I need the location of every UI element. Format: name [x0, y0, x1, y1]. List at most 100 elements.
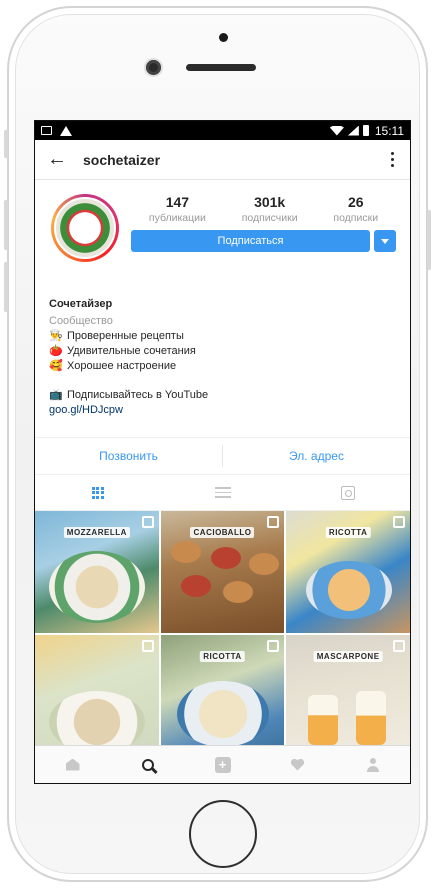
- photo-tile[interactable]: MASCARPONE: [286, 635, 410, 757]
- email-button[interactable]: Эл. адрес: [223, 449, 410, 463]
- back-arrow-icon[interactable]: ←: [47, 148, 73, 171]
- nav-new-post[interactable]: +: [212, 754, 234, 776]
- food-plate: [170, 541, 201, 563]
- chevron-down-icon: [381, 238, 389, 244]
- image-notification-icon: [41, 126, 52, 135]
- proximity-sensor: [219, 33, 228, 42]
- front-camera: [146, 60, 161, 75]
- food-plate: [180, 575, 211, 597]
- stat-followers[interactable]: 301k подписчики: [242, 194, 298, 224]
- profile-bio: Сочетайзер Сообщество 👨‍🍳 Проверенные ре…: [35, 297, 410, 418]
- bio-line-text: Удивительные сочетания: [67, 345, 196, 357]
- stat-following-label: подписки: [333, 212, 379, 224]
- nav-profile[interactable]: [362, 754, 384, 776]
- food-plate: [248, 553, 279, 575]
- stat-followers-value: 301k: [254, 194, 286, 210]
- photo-tile[interactable]: [35, 635, 159, 757]
- more-options-icon[interactable]: [387, 148, 398, 171]
- bio-line-text: Подписывайтесь в YouTube: [67, 389, 209, 401]
- tab-list[interactable]: [160, 487, 285, 498]
- multiple-photos-icon: [141, 640, 154, 652]
- stat-following[interactable]: 26 подписки: [333, 194, 378, 224]
- nav-activity[interactable]: [287, 754, 309, 776]
- multiple-photos-icon: [267, 516, 280, 528]
- call-button[interactable]: Позвонить: [35, 449, 222, 463]
- grid-icon: [91, 486, 104, 499]
- cook-emoji-icon: 👨‍🍳: [49, 330, 63, 342]
- photo-tile[interactable]: RICOTTA: [160, 635, 285, 757]
- earpiece-speaker: [186, 64, 256, 71]
- follow-button[interactable]: Подписаться: [131, 230, 370, 252]
- profile-summary: 147 публикации 301k подписчики 26 подпис…: [35, 180, 410, 274]
- bottom-nav: +: [35, 745, 410, 783]
- app-header: ← sochetaizer: [35, 140, 410, 180]
- screen: 15:11 ← sochetaizer 147 публикации 301k …: [35, 121, 410, 783]
- stat-posts-label: публикации: [148, 212, 206, 224]
- bio-line: 👨‍🍳 Проверенные рецепты: [49, 329, 396, 344]
- home-button[interactable]: [189, 800, 257, 868]
- power-button: [427, 210, 431, 270]
- mute-switch: [4, 130, 8, 158]
- profile-username: sochetaizer: [83, 151, 161, 168]
- photo-tile[interactable]: CAСIОВАLLО: [160, 511, 285, 633]
- stat-followers-label: подписчики: [241, 212, 298, 224]
- bio-line: 🍅 Удивительные сочетания: [49, 344, 396, 359]
- food-plate: [308, 695, 339, 745]
- suggestions-dropdown-button[interactable]: [374, 230, 396, 252]
- plus-icon: +: [214, 756, 231, 773]
- photo-label: RICOTTA: [325, 527, 371, 538]
- photo-label: RICOTTA: [200, 651, 245, 662]
- stat-posts-value: 147: [165, 194, 190, 210]
- nav-search[interactable]: [137, 754, 159, 776]
- multiple-photos-icon: [392, 516, 405, 528]
- warning-icon: [60, 125, 72, 136]
- volume-down-button: [4, 262, 8, 312]
- profile-stats: 147 публикации 301k подписчики 26 подпис…: [131, 194, 396, 224]
- photo-label: MOZZARELLA: [63, 527, 130, 538]
- food-plate: [222, 581, 253, 603]
- status-bar: 15:11: [35, 121, 410, 140]
- profile-name: Сочетайзер: [49, 298, 113, 310]
- profile-tabs: [35, 475, 410, 511]
- food-plate: [49, 691, 145, 753]
- signal-icon: [347, 125, 359, 136]
- photo-tile[interactable]: MOZZARELLA: [35, 511, 159, 633]
- food-plate: [306, 561, 393, 619]
- battery-icon: [362, 125, 369, 136]
- bio-line: 📺 Подписывайтесь в YouTube: [49, 388, 396, 403]
- list-icon: [214, 487, 231, 498]
- food-plate: [210, 547, 241, 569]
- volume-up-button: [4, 200, 8, 250]
- stat-following-value: 26: [347, 194, 364, 210]
- multiple-photos-icon: [267, 640, 280, 652]
- nav-home[interactable]: [62, 754, 84, 776]
- food-plate: [176, 681, 269, 747]
- photo-tile[interactable]: RICOTTA: [286, 511, 410, 633]
- profile-category: Сообщество: [49, 315, 113, 327]
- multiple-photos-icon: [392, 640, 405, 652]
- follow-row: Подписаться: [131, 230, 396, 252]
- tab-grid[interactable]: [35, 486, 160, 499]
- avatar: [54, 197, 116, 259]
- heart-icon: [291, 759, 305, 771]
- food-plate: [49, 551, 145, 623]
- photo-grid: MOZZARELLA CAСIОВАLLО RICOTTA RICOTTA MA…: [35, 511, 410, 757]
- food-plate: [356, 691, 387, 745]
- wifi-icon: [329, 125, 344, 136]
- bio-line-text: Проверенные рецепты: [67, 330, 184, 342]
- photo-label: CAСIОВАLLО: [190, 527, 255, 538]
- stat-posts[interactable]: 147 публикации: [149, 194, 206, 224]
- tab-tagged[interactable]: [285, 485, 410, 500]
- multiple-photos-icon: [141, 516, 154, 528]
- status-time: 15:11: [374, 123, 404, 138]
- smile-emoji-icon: 🥰: [49, 360, 63, 372]
- profile-link[interactable]: goo.gl/HDJcpw: [49, 403, 396, 418]
- contact-row: Позвонить Эл. адрес: [35, 437, 410, 475]
- tv-emoji-icon: 📺: [49, 389, 63, 401]
- photo-label: MASCARPONE: [313, 651, 383, 662]
- bio-line: 🥰 Хорошее настроение: [49, 359, 396, 374]
- story-ring[interactable]: [51, 194, 119, 262]
- search-icon: [141, 758, 154, 771]
- tomato-emoji-icon: 🍅: [49, 345, 63, 357]
- tagged-icon: [340, 485, 355, 500]
